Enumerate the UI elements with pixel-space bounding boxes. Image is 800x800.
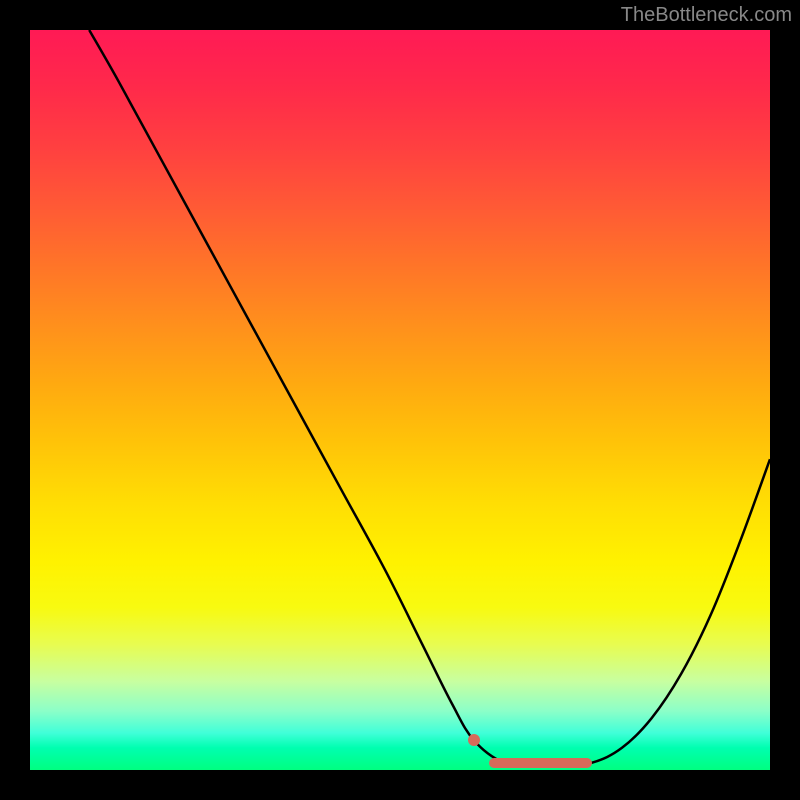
- highlight-band: [489, 758, 593, 768]
- chart-plot-area: [30, 30, 770, 770]
- bottleneck-curve: [89, 30, 770, 767]
- chart-curve-svg: [30, 30, 770, 770]
- highlight-dot: [468, 734, 480, 746]
- watermark-text: TheBottleneck.com: [621, 4, 792, 27]
